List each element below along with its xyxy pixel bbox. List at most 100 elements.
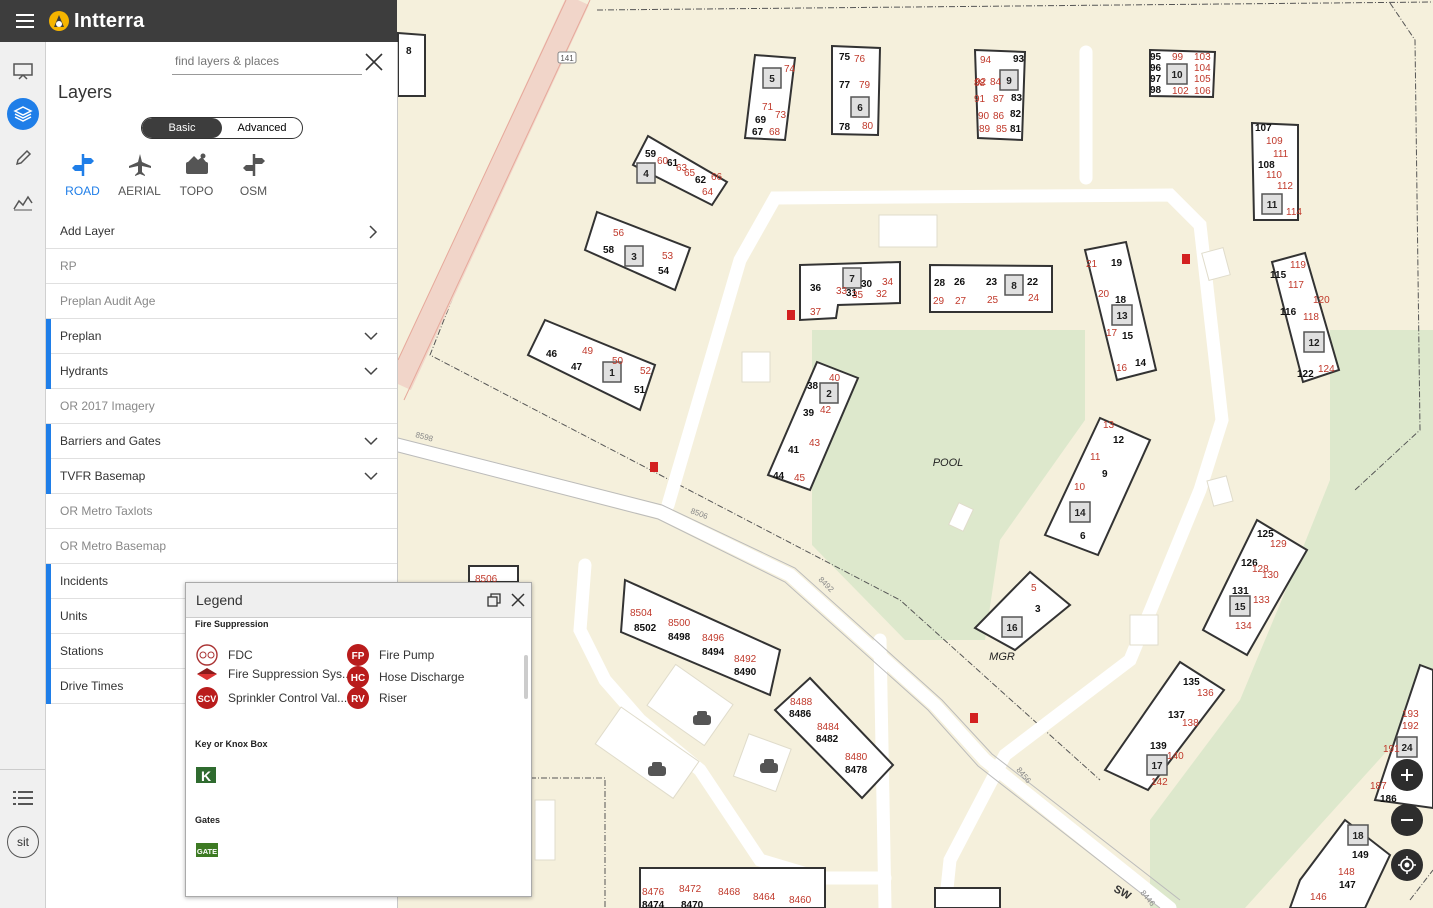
road-icon: [71, 154, 94, 176]
legend-header[interactable]: Legend: [186, 583, 531, 618]
unit-number: 19: [1111, 258, 1123, 269]
unit-number: 192: [1402, 721, 1419, 732]
layer-row[interactable]: Hydrants: [46, 354, 397, 389]
layer-row[interactable]: OR Metro Basemap: [46, 529, 397, 564]
layer-row-label: Preplan: [60, 329, 102, 343]
presentation-icon[interactable]: [7, 55, 39, 87]
app-header: Intterra: [0, 0, 397, 42]
unit-number: 42: [820, 405, 832, 416]
unit-number: 131: [1232, 586, 1249, 597]
building-number: 2: [826, 389, 832, 400]
mode-toggle: Basic Advanced: [141, 117, 303, 139]
plus-icon: [1401, 769, 1413, 781]
unit-number: 118: [1303, 312, 1319, 323]
unit-number: 147: [1339, 880, 1356, 891]
layer-row-label: Units: [60, 609, 88, 623]
svg-text:K: K: [201, 768, 211, 784]
chevron-down-icon[interactable]: [363, 365, 379, 377]
layer-row-label: Barriers and Gates: [60, 434, 161, 448]
tool-rail: sit: [0, 42, 46, 908]
chevron-down-icon[interactable]: [363, 330, 379, 342]
zoom-out-button[interactable]: [1391, 804, 1423, 836]
mode-advanced-button[interactable]: Advanced: [222, 118, 302, 138]
close-icon[interactable]: [362, 50, 386, 74]
chevron-down-icon[interactable]: [363, 435, 379, 447]
address-label: 8488: [790, 697, 813, 708]
analytics-icon[interactable]: [7, 187, 39, 219]
unit-number: 140: [1167, 751, 1184, 762]
unit-number: 81: [1010, 124, 1022, 135]
address-label: 8486: [789, 709, 812, 720]
basemap-osm[interactable]: OSM: [225, 152, 282, 198]
restore-window-icon[interactable]: [487, 593, 501, 607]
layer-row-label: OR Metro Taxlots: [60, 504, 153, 518]
list-icon[interactable]: [7, 782, 39, 814]
locate-me-button[interactable]: [1391, 849, 1423, 881]
address-label: 8468: [718, 887, 741, 898]
gate-icon: GATE: [196, 843, 218, 857]
unit-number: 34: [882, 277, 894, 288]
unit-number: 29: [933, 296, 945, 307]
unit-number: 104: [1194, 63, 1211, 74]
mode-basic-button[interactable]: Basic: [142, 118, 222, 138]
osm-icon: [242, 154, 265, 176]
unit-number: 18: [1115, 295, 1127, 306]
layer-row[interactable]: Preplan: [46, 319, 397, 354]
basemap-topo[interactable]: TOPO: [168, 152, 225, 198]
legend-item-fire-suppression-sys: Fire Suppression Sys...: [195, 665, 352, 683]
layer-row[interactable]: Barriers and Gates: [46, 424, 397, 459]
fdc-icon: [196, 644, 218, 666]
unit-number: 40: [829, 373, 841, 384]
address-label: 8: [406, 46, 412, 57]
unit-number: 37: [810, 307, 822, 318]
layer-row[interactable]: TVFR Basemap: [46, 459, 397, 494]
basemap-aerial[interactable]: AERIAL: [111, 152, 168, 198]
svg-text:FP: FP: [352, 651, 365, 662]
unit-number: 78: [839, 122, 851, 133]
unit-number: 3: [1035, 604, 1041, 615]
layer-row[interactable]: OR 2017 Imagery: [46, 389, 397, 424]
zoom-in-button[interactable]: [1391, 759, 1423, 791]
legend-item-riser: RV Riser: [346, 686, 407, 710]
unit-number: 117: [1288, 280, 1304, 291]
situation-button[interactable]: sit: [7, 826, 39, 858]
unit-number: 32: [876, 289, 888, 300]
building-number: 17: [1151, 761, 1163, 772]
search-input[interactable]: [172, 48, 362, 75]
add-layer-button[interactable]: Add Layer: [46, 214, 397, 249]
layer-row[interactable]: OR Metro Taxlots: [46, 494, 397, 529]
unit-number: 33: [836, 286, 848, 297]
unit-number: 38: [807, 381, 819, 392]
unit-number: 77: [839, 80, 851, 91]
unit-number: 6: [1080, 531, 1086, 542]
basemap-road[interactable]: ROAD: [54, 152, 111, 198]
address-label: 8482: [816, 734, 839, 745]
unit-number: 75: [839, 52, 851, 63]
unit-number: 111: [1273, 149, 1289, 160]
unit-number: 187: [1370, 781, 1387, 792]
basemap-road-label: ROAD: [65, 184, 100, 198]
basemap-topo-label: TOPO: [179, 184, 214, 198]
sit-label: sit: [7, 826, 39, 858]
layer-row[interactable]: RP: [46, 249, 397, 284]
unit-number: 115: [1270, 270, 1287, 281]
unit-number: 116: [1280, 307, 1297, 318]
legend-scrollbar[interactable]: [524, 655, 528, 699]
draw-pencil-icon[interactable]: [7, 142, 39, 174]
unit-number: 99: [1172, 52, 1184, 63]
unit-number: 66: [711, 172, 723, 183]
legend-close-icon[interactable]: [510, 592, 526, 608]
address-label: 8474: [642, 900, 665, 908]
chevron-down-icon[interactable]: [363, 470, 379, 482]
hamburger-menu-icon[interactable]: [12, 8, 38, 34]
unit-number: 47: [571, 362, 583, 373]
unit-number: 36: [810, 283, 822, 294]
building-number: 8: [1011, 281, 1017, 292]
unit-number: 20: [1098, 289, 1110, 300]
riser-icon: RV: [347, 687, 369, 709]
layer-row[interactable]: Preplan Audit Age: [46, 284, 397, 319]
unit-number: 120: [1313, 295, 1330, 306]
layers-icon[interactable]: [7, 98, 39, 130]
legend-window[interactable]: Legend Fire Suppression FDC FP Fire Pump…: [185, 582, 532, 897]
unit-number: 35: [852, 290, 864, 301]
